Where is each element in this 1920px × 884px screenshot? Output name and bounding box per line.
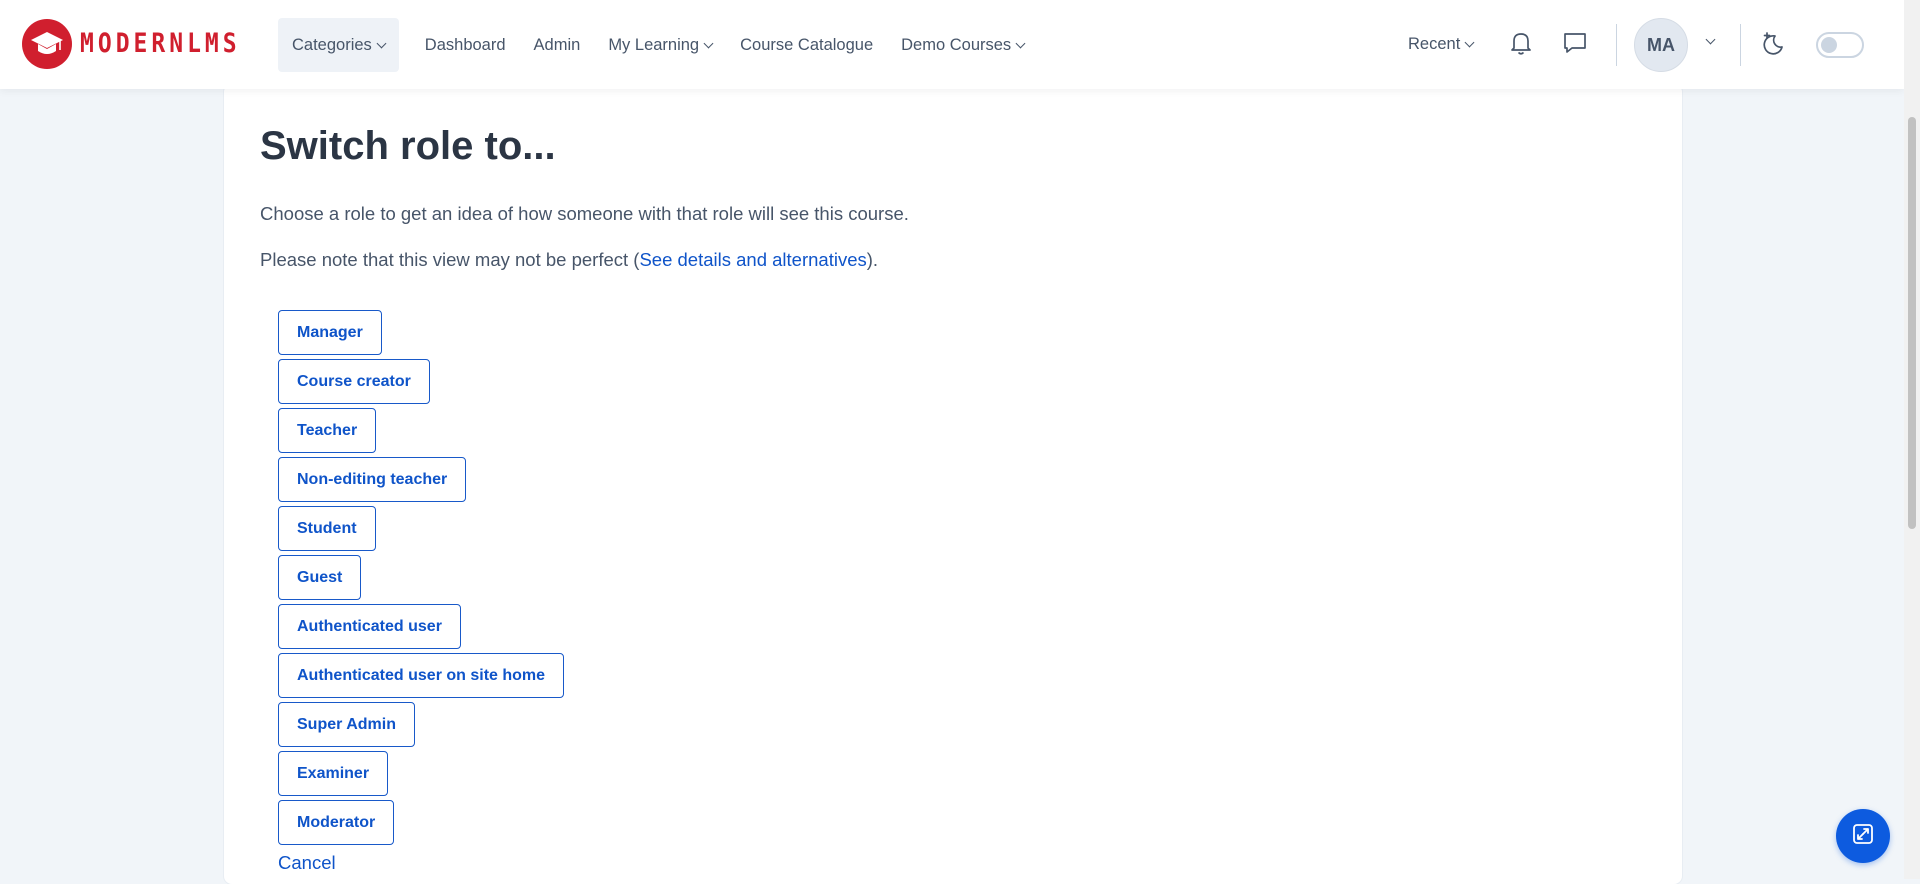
page-title: Switch role to... bbox=[260, 124, 556, 168]
nav-admin[interactable]: Admin bbox=[520, 18, 595, 72]
nav-my-learning[interactable]: My Learning bbox=[594, 18, 726, 72]
nav-course-catalogue-label: Course Catalogue bbox=[740, 35, 874, 54]
user-initials: MA bbox=[1647, 34, 1675, 55]
intro-text: Choose a role to get an idea of how some… bbox=[260, 203, 909, 224]
role-button-manager[interactable]: Manager bbox=[278, 310, 382, 355]
chevron-down-icon[interactable] bbox=[1705, 34, 1716, 45]
role-button-guest[interactable]: Guest bbox=[278, 555, 362, 600]
role-button-examiner[interactable]: Examiner bbox=[278, 751, 389, 796]
header-tools: Recent MA bbox=[1384, 0, 1904, 89]
chevron-down-icon bbox=[1464, 37, 1475, 48]
header-divider bbox=[1740, 24, 1741, 66]
chevron-down-icon bbox=[376, 38, 387, 48]
nav-demo-courses-label: Demo Courses bbox=[901, 35, 1012, 54]
role-button-teacher[interactable]: Teacher bbox=[278, 408, 377, 453]
role-button-list: Manager Course creator Teacher Non-editi… bbox=[278, 310, 565, 849]
chevron-down-icon bbox=[1015, 38, 1026, 48]
nav-dashboard[interactable]: Dashboard bbox=[411, 18, 520, 72]
chevron-down-icon bbox=[703, 38, 714, 48]
role-button-authenticated-user[interactable]: Authenticated user bbox=[278, 604, 461, 649]
role-button-authenticated-user-site-home[interactable]: Authenticated user on site home bbox=[278, 653, 565, 698]
note-suffix: ). bbox=[866, 249, 879, 270]
dark-mode-icon bbox=[1760, 30, 1786, 61]
header-divider bbox=[1616, 24, 1617, 66]
page-scrollbar[interactable] bbox=[1904, 0, 1920, 879]
nav-course-catalogue[interactable]: Course Catalogue bbox=[726, 18, 887, 72]
cancel-link[interactable]: Cancel bbox=[278, 852, 336, 874]
nav-categories-label: Categories bbox=[292, 35, 372, 54]
nav-my-learning-label: My Learning bbox=[608, 35, 700, 54]
note-prefix: Please note that this view may not be pe… bbox=[260, 249, 640, 270]
toggle-knob bbox=[1821, 37, 1837, 53]
nav-demo-courses[interactable]: Demo Courses bbox=[887, 18, 1038, 72]
nav-admin-label: Admin bbox=[533, 35, 581, 54]
graduation-cap-icon bbox=[22, 19, 72, 69]
chat-icon bbox=[1562, 31, 1588, 60]
note-text: Please note that this view may not be pe… bbox=[260, 249, 878, 271]
messages-button[interactable] bbox=[1560, 30, 1590, 60]
scrollbar-thumb[interactable] bbox=[1908, 117, 1916, 529]
dark-mode-button[interactable] bbox=[1758, 30, 1788, 60]
see-details-link[interactable]: See details and alternatives bbox=[639, 249, 866, 270]
site-logo[interactable]: MODERNLMS bbox=[22, 19, 241, 69]
expand-icon bbox=[1851, 822, 1875, 851]
fullscreen-button[interactable] bbox=[1836, 809, 1890, 863]
user-avatar[interactable]: MA bbox=[1634, 18, 1688, 72]
logo-wordmark: MODERNLMS bbox=[80, 29, 241, 59]
role-button-moderator[interactable]: Moderator bbox=[278, 800, 395, 845]
recent-dropdown[interactable]: Recent bbox=[1408, 0, 1475, 89]
role-button-student[interactable]: Student bbox=[278, 506, 376, 551]
nav-categories[interactable]: Categories bbox=[278, 18, 399, 72]
top-navbar: MODERNLMS Categories Dashboard Admin My … bbox=[0, 0, 1904, 89]
role-button-non-editing-teacher[interactable]: Non-editing teacher bbox=[278, 457, 467, 502]
recent-label: Recent bbox=[1408, 35, 1461, 53]
role-button-super-admin[interactable]: Super Admin bbox=[278, 702, 415, 747]
dark-mode-toggle[interactable] bbox=[1816, 32, 1864, 58]
nav-dashboard-label: Dashboard bbox=[424, 35, 506, 54]
primary-nav: Categories Dashboard Admin My Learning C… bbox=[278, 18, 1038, 72]
role-button-course-creator[interactable]: Course creator bbox=[278, 359, 430, 404]
notifications-button[interactable] bbox=[1506, 30, 1536, 60]
bell-icon bbox=[1509, 30, 1533, 61]
